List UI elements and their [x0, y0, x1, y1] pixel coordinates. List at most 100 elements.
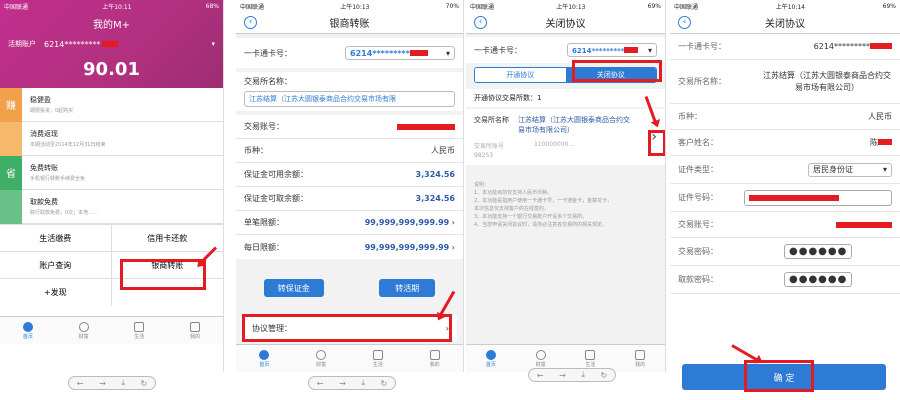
daily-limit-row[interactable]: 每日限额： 99,999,999,999.99 › [236, 235, 463, 259]
note-line: 1、本功能目前仅支持人民币币种。 [474, 190, 553, 196]
agreement-item[interactable]: 交易所名称 江苏结算（江苏大圆银泰商品合约交易市场有限公司） 交易所账号 110… [466, 109, 665, 165]
wealth-icon [535, 349, 546, 360]
page-title: 我的M+ [92, 20, 130, 31]
card-select[interactable]: 6214********* ▾ [345, 46, 455, 60]
tab-bar: 首页 财富 生活 我的 [0, 316, 223, 344]
exchange-value: 江苏结算（江苏大圆银泰商品合约交易市场有限公司） [518, 116, 630, 134]
grid-item-account-query[interactable]: 账户查询 [0, 252, 112, 279]
exchange-row: 交易所名称： 江苏结算（江苏大圆银泰商品合约交易市场有限公司） [670, 60, 900, 104]
tab-mine[interactable]: 我的 [635, 349, 645, 368]
status-bar: 中国联通 上午10:14 69% [670, 0, 900, 12]
promo-item[interactable]: 消费返现 本期活动至2014年12月31日结束 [0, 121, 223, 156]
notes-title: 说明： [474, 182, 490, 188]
exchange-block: 交易所名称： 江苏结算（江苏大圆银泰商品合约交易市场有限 [236, 72, 463, 111]
home-icon [485, 349, 496, 360]
exchange-select[interactable]: 江苏结算（江苏大圆银泰商品合约交易市场有限 [244, 91, 455, 107]
to-margin-button[interactable]: 转保证金 [263, 279, 324, 297]
briefcase-icon [429, 349, 440, 360]
back-icon[interactable]: ‹ [474, 16, 487, 29]
available-balance-value: 3,324.56 [415, 170, 455, 179]
exchange-label: 交易所名称： [244, 77, 292, 86]
card-select[interactable]: 6214********* ▾ [567, 43, 657, 57]
tab-label: 财富 [535, 361, 546, 368]
tab-mine[interactable]: 我的 [429, 349, 440, 368]
tab-label: 生活 [585, 361, 596, 368]
promo-item[interactable]: 赚 稳健盈 期限投资，0起购买 [0, 87, 223, 122]
tab-home[interactable]: 首页 [22, 321, 33, 340]
nav-bar: ‹ 关闭协议 [466, 12, 665, 34]
trade-account-row: 交易账号： [670, 212, 900, 238]
id-number-label: 证件号码： [678, 193, 718, 202]
grid-item-discover[interactable]: +发现 [0, 279, 112, 306]
daily-limit-label: 每日限额： [244, 242, 284, 252]
single-limit-row[interactable]: 单笔限额： 99,999,999,999.99 › [236, 211, 463, 235]
tab-life[interactable]: 生活 [585, 349, 596, 368]
trade-password-row: 交易密码： ●●●●●● [670, 238, 900, 266]
battery: 70% [445, 2, 459, 10]
wealth-icon [316, 349, 327, 360]
tab-life[interactable]: 生活 [134, 321, 145, 340]
refresh-icon[interactable]: ↻ [600, 371, 607, 380]
card-number: 6214********* [350, 48, 410, 58]
customer-name-value: 陈 [870, 138, 878, 147]
forward-arrow-icon[interactable]: → [99, 379, 106, 388]
back-arrow-icon[interactable]: ← [77, 379, 84, 388]
download-icon[interactable]: ⤓ [121, 378, 125, 388]
tab-open-agreement[interactable]: 开通协议 [475, 68, 566, 82]
back-arrow-icon[interactable]: ← [537, 371, 544, 380]
currency-label: 币种： [678, 112, 702, 121]
promo-title: 消费返现 [30, 130, 58, 138]
cart-icon [134, 321, 145, 332]
forward-arrow-icon[interactable]: → [339, 379, 346, 388]
promo-item[interactable]: 省 免费转账 手机银行转账手续费全免 [0, 155, 223, 190]
chevron-right-icon: › [451, 242, 455, 252]
tab-wealth[interactable]: 财富 [78, 321, 89, 340]
back-arrow-icon[interactable]: ← [317, 379, 324, 388]
card-label: 一卡通卡号： [244, 48, 292, 58]
tab-home[interactable]: 首页 [485, 349, 496, 368]
tab-home[interactable]: 首页 [259, 349, 270, 368]
cart-icon [585, 349, 596, 360]
grid-item-life-payment[interactable]: 生活缴费 [0, 225, 112, 252]
chevron-right-icon: › [451, 218, 455, 227]
refresh-icon[interactable]: ↻ [140, 379, 147, 388]
clock: 上午10:13 [340, 3, 370, 11]
chevron-down-icon[interactable]: ▾ [211, 40, 215, 48]
tab-mine[interactable]: 我的 [190, 321, 200, 340]
draw-password-input[interactable]: ●●●●●● [784, 272, 852, 287]
promo-desc: 期限投资，0起购买 [30, 108, 74, 114]
exchange-label: 交易所名称 [474, 116, 509, 124]
grid-item-credit-repay[interactable]: 信用卡还款 [111, 225, 223, 252]
download-icon[interactable]: ⤓ [361, 378, 365, 388]
card-number: 6214********* [572, 46, 625, 55]
badge-earn: 赚 [0, 87, 22, 122]
available-balance-label: 保证金可用余额： [244, 170, 308, 179]
draw-password-row: 取款密码： ●●●●●● [670, 266, 900, 294]
tab-label: 生活 [134, 333, 145, 340]
tab-label: 首页 [259, 361, 270, 368]
browser-toolbar: ← → ⤓ ↻ [528, 368, 616, 382]
back-icon[interactable]: ‹ [678, 16, 691, 29]
trade-password-input[interactable]: ●●●●●● [784, 244, 852, 259]
promo-item[interactable]: 取款免费 跨行取款免费，0次；本地…… [0, 189, 223, 224]
id-number-input[interactable] [744, 189, 892, 206]
tab-life[interactable]: 生活 [372, 349, 383, 368]
download-icon[interactable]: ⤓ [581, 370, 585, 380]
forward-arrow-icon[interactable]: → [559, 371, 566, 380]
tab-wealth[interactable]: 财富 [316, 349, 327, 368]
customer-name-label: 客户姓名： [678, 138, 718, 147]
id-type-select[interactable]: 居民身份证 ▾ [808, 162, 892, 177]
badge-blank [0, 121, 22, 156]
redacted-mark [397, 123, 455, 130]
notes: 说明： 1、本功能目前仅支持人民币币种。 2、本功能是指用户使用一卡通卡号，一卡… [466, 173, 665, 237]
to-current-button[interactable]: 转活期 [379, 279, 436, 297]
promo-title: 免费转账 [30, 164, 58, 172]
draw-password-label: 取款密码： [678, 275, 718, 284]
currency-label: 币种： [244, 146, 268, 155]
badge-save: 省 [0, 155, 22, 190]
note-line: 4、当您申请关闭协议时，请务必注意各交易所的相关规定。 [474, 222, 608, 228]
tab-wealth[interactable]: 财富 [535, 349, 546, 368]
tab-label: 生活 [372, 361, 383, 368]
back-icon[interactable]: ‹ [244, 16, 257, 29]
refresh-icon[interactable]: ↻ [380, 379, 387, 388]
